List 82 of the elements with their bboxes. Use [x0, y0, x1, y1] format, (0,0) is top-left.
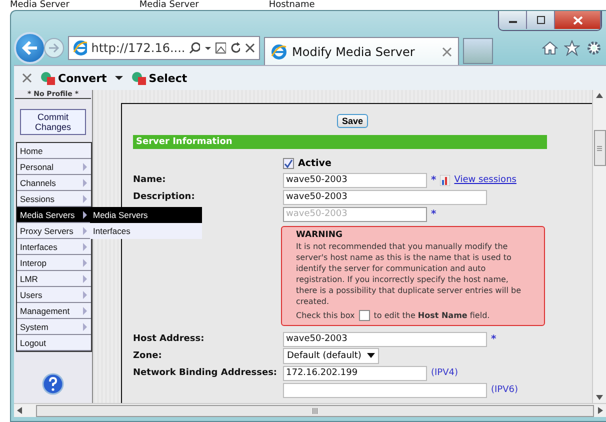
zone-dropdown[interactable]: Default (default) — [283, 348, 380, 364]
address-text: http://172.16.... — [91, 41, 186, 55]
menu-item[interactable]: System — [17, 319, 91, 335]
caret-icon — [367, 353, 376, 359]
checkbox-label: to edit the Host Name field. — [374, 310, 490, 321]
minimize-button[interactable] — [499, 11, 527, 29]
back-button[interactable] — [14, 32, 46, 64]
maximize-icon — [536, 16, 546, 24]
menu-item[interactable]: LMR — [17, 271, 91, 287]
close-icon — [572, 16, 582, 24]
page-heading: Media Server — [139, 0, 199, 10]
view-sessions-link[interactable]: View sessions — [454, 175, 516, 185]
text-field[interactable]: wave50-2003 — [283, 172, 427, 188]
scroll-left-icon[interactable] — [17, 407, 22, 414]
page-heading: Hostname — [268, 0, 315, 10]
warning-text: It is not recommended that you manually modify the server's host name as this is the name that is used to identify the server for communication and auto registration. If you incorrectly specify the host name, there is a possibility that duplicate server entries will be created. — [296, 241, 522, 307]
browser-logo-icon — [73, 40, 88, 56]
close-button[interactable] — [555, 11, 601, 29]
chart-icon[interactable] — [440, 174, 450, 186]
caret-icon[interactable] — [114, 73, 123, 83]
required-mark: * — [431, 174, 436, 186]
required-mark: * — [491, 334, 496, 344]
field-label: Description: — [133, 192, 195, 202]
document-icon — [40, 71, 56, 85]
menu-item[interactable]: Management — [17, 303, 91, 319]
refresh-icon[interactable] — [230, 42, 240, 54]
field-label: Name: — [133, 175, 166, 185]
checkbox[interactable] — [358, 310, 370, 321]
menu-item[interactable]: Proxy Servers — [17, 223, 91, 239]
grip-icon — [312, 408, 318, 414]
close-tab-icon[interactable] — [442, 46, 452, 56]
scroll-right-icon[interactable] — [598, 407, 603, 414]
arrow-right-icon — [48, 42, 60, 54]
document-icon — [130, 71, 147, 85]
stop-icon[interactable] — [244, 42, 255, 54]
browser-tab[interactable]: Modify Media Server — [264, 37, 459, 65]
checkbox[interactable] — [283, 158, 294, 168]
field-label: Zone: — [133, 351, 162, 361]
vertical-scrollbar[interactable] — [592, 90, 606, 403]
field-note: (IPV4) — [431, 368, 458, 378]
warning-title: WARNING — [296, 230, 344, 241]
home-icon[interactable] — [542, 40, 558, 56]
help-icon[interactable] — [42, 373, 64, 395]
browser-logo-icon — [271, 44, 287, 60]
text-field[interactable] — [283, 382, 487, 398]
menu-item[interactable]: Logout — [17, 335, 91, 351]
field-label: Network Binding Addresses: — [133, 368, 278, 378]
field-label: Host Address: — [133, 334, 204, 344]
menu-item[interactable]: Channels — [17, 175, 91, 191]
scroll-up-icon[interactable] — [596, 93, 603, 98]
star-icon[interactable] — [564, 40, 580, 56]
text-field[interactable]: wave50-2003 — [283, 332, 487, 346]
page-heading: Media Server — [10, 0, 70, 10]
close-icon[interactable] — [22, 73, 32, 83]
menu-item[interactable]: Interop — [17, 255, 91, 271]
horizontal-scrollbar[interactable] — [14, 403, 606, 417]
menu-item[interactable]: Sessions — [17, 191, 91, 207]
section-header: Server Information — [133, 135, 547, 149]
save-button[interactable]: Save — [336, 114, 368, 128]
menu-item[interactable]: Media Servers — [17, 207, 91, 223]
settings-icon[interactable] — [586, 40, 602, 56]
checkbox-label: Check this box — [296, 310, 355, 321]
toolbar-button[interactable]: Convert — [38, 71, 109, 85]
address-bar[interactable]: http://172.16.... — [68, 36, 260, 60]
menu-item[interactable]: Personal — [17, 159, 91, 175]
text-field[interactable]: wave50-2003 — [283, 190, 487, 204]
menu-item[interactable]: Interfaces — [17, 239, 91, 255]
maximize-button[interactable] — [527, 11, 555, 29]
arrow-left-icon — [21, 40, 39, 56]
search-icon[interactable] — [189, 42, 200, 54]
menu-item[interactable]: Home — [17, 143, 91, 159]
grip-icon — [597, 146, 602, 150]
required-mark: * — [431, 208, 436, 220]
toolbar-button[interactable]: Select — [128, 71, 190, 85]
menu-item[interactable]: Users — [17, 287, 91, 303]
commit-button[interactable]: Commit Changes — [20, 109, 86, 135]
scroll-down-icon[interactable] — [596, 395, 603, 400]
field-note: (IPV6) — [491, 385, 518, 395]
new-tab-button[interactable] — [463, 38, 493, 64]
submenu-item[interactable]: Media Servers — [90, 207, 202, 223]
text-field[interactable]: 172.16.202.199 — [283, 366, 427, 380]
checkbox-label: Active — [298, 158, 332, 168]
